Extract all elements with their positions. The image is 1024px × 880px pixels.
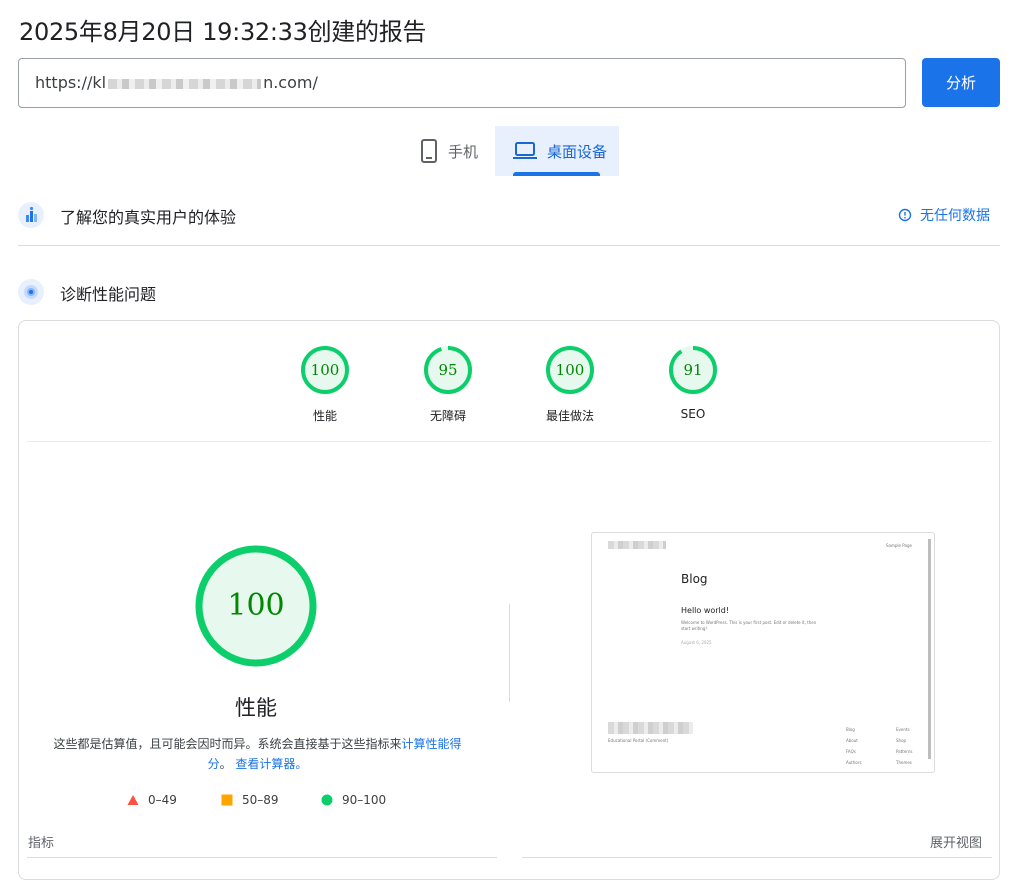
no-data-link[interactable]: 无任何数据 (898, 205, 990, 225)
tab-selected-indicator (513, 172, 600, 176)
url-prefix: https://kl (35, 73, 107, 92)
section-divider (18, 245, 1000, 246)
triangle-icon (127, 795, 139, 805)
metrics-divider-right (522, 857, 992, 858)
category-gauge[interactable]: 100 (545, 345, 595, 395)
category-gauge[interactable]: 95 (423, 345, 473, 395)
footer-link: FAQs (846, 749, 856, 754)
tab-desktop-label: 桌面设备 (547, 142, 608, 161)
tab-desktop[interactable]: 桌面设备 (495, 126, 619, 176)
screenshot-post-title: Hello world! (681, 606, 730, 615)
legend-pass: 90–100 (321, 793, 386, 807)
metrics-divider-left (27, 857, 497, 858)
crux-users-icon (18, 202, 44, 228)
final-screenshot[interactable]: Sample Page Blog Hello world! Welcome to… (591, 532, 935, 773)
footer-column-1: Blog About FAQs Authors (846, 724, 862, 768)
footer-logo-redacted (608, 722, 693, 734)
footer-link: Events (896, 727, 910, 732)
report-title: 2025年8月20日 19:32:33创建的报告 (19, 18, 427, 46)
url-input[interactable]: https://kl n.com/ (18, 58, 906, 108)
category-label: SEO (680, 407, 706, 421)
expand-view-button[interactable]: 展开视图 (930, 832, 982, 851)
gauge-score: 95 (438, 361, 457, 379)
footer-column-2: Events Shop Patterns Themes (896, 724, 912, 768)
footer-link: Shop (896, 738, 907, 743)
gauge-score: 100 (556, 361, 585, 379)
category-label: 最佳做法 (545, 409, 594, 423)
footer-link: Patterns (896, 749, 913, 754)
analyze-button[interactable]: 分析 (922, 58, 1000, 107)
legend-fail-range: 0–49 (148, 793, 177, 807)
category-label: 性能 (312, 409, 337, 423)
url-suffix: n.com/ (263, 73, 318, 92)
gauge-score: 91 (683, 361, 702, 379)
diagnose-section-title: 诊断性能问题 (60, 285, 157, 304)
metrics-heading: 指标 (28, 836, 55, 851)
legend-pass-range: 90–100 (342, 793, 387, 807)
screenshot-scrollbar (928, 539, 931, 759)
vertical-separator (509, 604, 510, 702)
no-data-label: 无任何数据 (920, 208, 990, 224)
performance-score: 100 (227, 588, 284, 623)
nav-sample-page: Sample Page (886, 543, 912, 548)
info-icon (898, 208, 912, 222)
footer-link: Themes (896, 760, 912, 765)
crux-section-title: 了解您的真实用户的体验 (60, 208, 237, 227)
square-icon (221, 794, 233, 806)
phone-icon (421, 139, 437, 163)
footer-link: Authors (846, 760, 862, 765)
performance-label: 性能 (235, 696, 277, 720)
category-gauge[interactable]: 100 (300, 345, 350, 395)
legend-fail: 0–49 (127, 793, 177, 807)
desc-text: 这些都是估算值，且可能会因时而异。系统会直接基于这些指标来 (53, 737, 402, 751)
footer-link: About (846, 738, 858, 743)
category-label: 无障碍 (429, 409, 466, 423)
footer-link: Blog (846, 727, 855, 732)
screenshot-heading: Blog (681, 572, 708, 586)
desc-separator: 。 (219, 757, 232, 771)
legend-average-range: 50–89 (242, 793, 279, 807)
tab-mobile-label: 手机 (448, 142, 479, 161)
url-redacted (108, 78, 262, 89)
site-logo-redacted (608, 541, 666, 549)
performance-description: 这些都是估算值，且可能会因时而异。系统会直接基于这些指标来计算性能得分。 查看计… (45, 734, 470, 774)
legend-average: 50–89 (221, 793, 279, 807)
footer-tagline: Educational Portal (Comment) (608, 738, 669, 743)
screenshot-post-date: August 6, 2025 (681, 640, 712, 645)
laptop-icon (513, 142, 537, 159)
card-divider (27, 441, 991, 442)
tab-mobile[interactable]: 手机 (406, 126, 495, 176)
screenshot-post-excerpt: Welcome to WordPress. This is your first… (681, 620, 817, 631)
gauge-score: 100 (311, 361, 340, 379)
calculator-link[interactable]: 查看计算器。 (235, 757, 307, 771)
category-gauge[interactable]: 91 (668, 345, 718, 395)
performance-gauge[interactable]: 100 (193, 543, 319, 669)
diagnose-lab-icon (18, 279, 44, 305)
url-text: https://kl n.com/ (35, 73, 318, 92)
circle-icon (321, 794, 333, 806)
